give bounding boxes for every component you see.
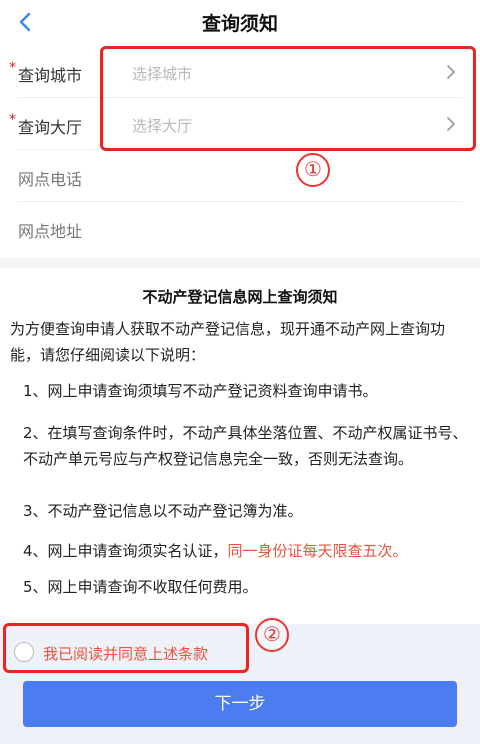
notice-item-2: 2、在填写查询条件时，不动产具体坐落位置、不动产权属证书号、不动产单元号应与产权… bbox=[23, 424, 468, 468]
annotation-box-2 bbox=[3, 623, 249, 673]
notice-item-4-text: 4、网上申请查询须实名认证， bbox=[23, 542, 228, 560]
city-label: 查询城市 bbox=[18, 66, 83, 85]
notice-item-4-highlight: 同一身份证每天限查五次。 bbox=[227, 542, 408, 560]
notice-item-1: 1、网上申请查询须填写不动产登记资料查询申请书。 bbox=[23, 382, 378, 400]
hall-label: 查询大厅 bbox=[18, 118, 83, 137]
notice-section: 不动产登记信息网上查询须知 为方便查询申请人获取不动产登记信息，现开通不动产网上… bbox=[0, 268, 480, 624]
annotation-number-2: ② bbox=[255, 618, 289, 652]
required-mark: * bbox=[9, 60, 16, 76]
annotation-box-1 bbox=[100, 46, 476, 151]
notice-item-3: 3、不动产登记信息以不动产登记簿为准。 bbox=[23, 502, 303, 520]
phone-row: 网点电话 bbox=[0, 150, 480, 202]
phone-label: 网点电话 bbox=[18, 170, 83, 189]
notice-title: 不动产登记信息网上查询须知 bbox=[142, 288, 338, 306]
address-label: 网点地址 bbox=[18, 222, 83, 241]
address-row: 网点地址 bbox=[0, 202, 480, 254]
annotation-number-1: ① bbox=[296, 153, 330, 187]
section-gap bbox=[0, 258, 480, 268]
notice-item-4: 4、网上申请查询须实名认证，同一身份证每天限查五次。 bbox=[23, 538, 473, 564]
header-bar: 查询须知 bbox=[0, 0, 480, 44]
next-step-button[interactable]: 下一步 bbox=[23, 681, 457, 727]
notice-item-5: 5、网上申请查询不收取任何费用。 bbox=[23, 578, 258, 596]
required-mark: * bbox=[9, 112, 16, 128]
notice-intro: 为方便查询申请人获取不动产登记信息，现开通不动产网上查询功能，请您仔细阅读以下说… bbox=[10, 320, 446, 364]
page-title: 查询须知 bbox=[201, 13, 278, 35]
